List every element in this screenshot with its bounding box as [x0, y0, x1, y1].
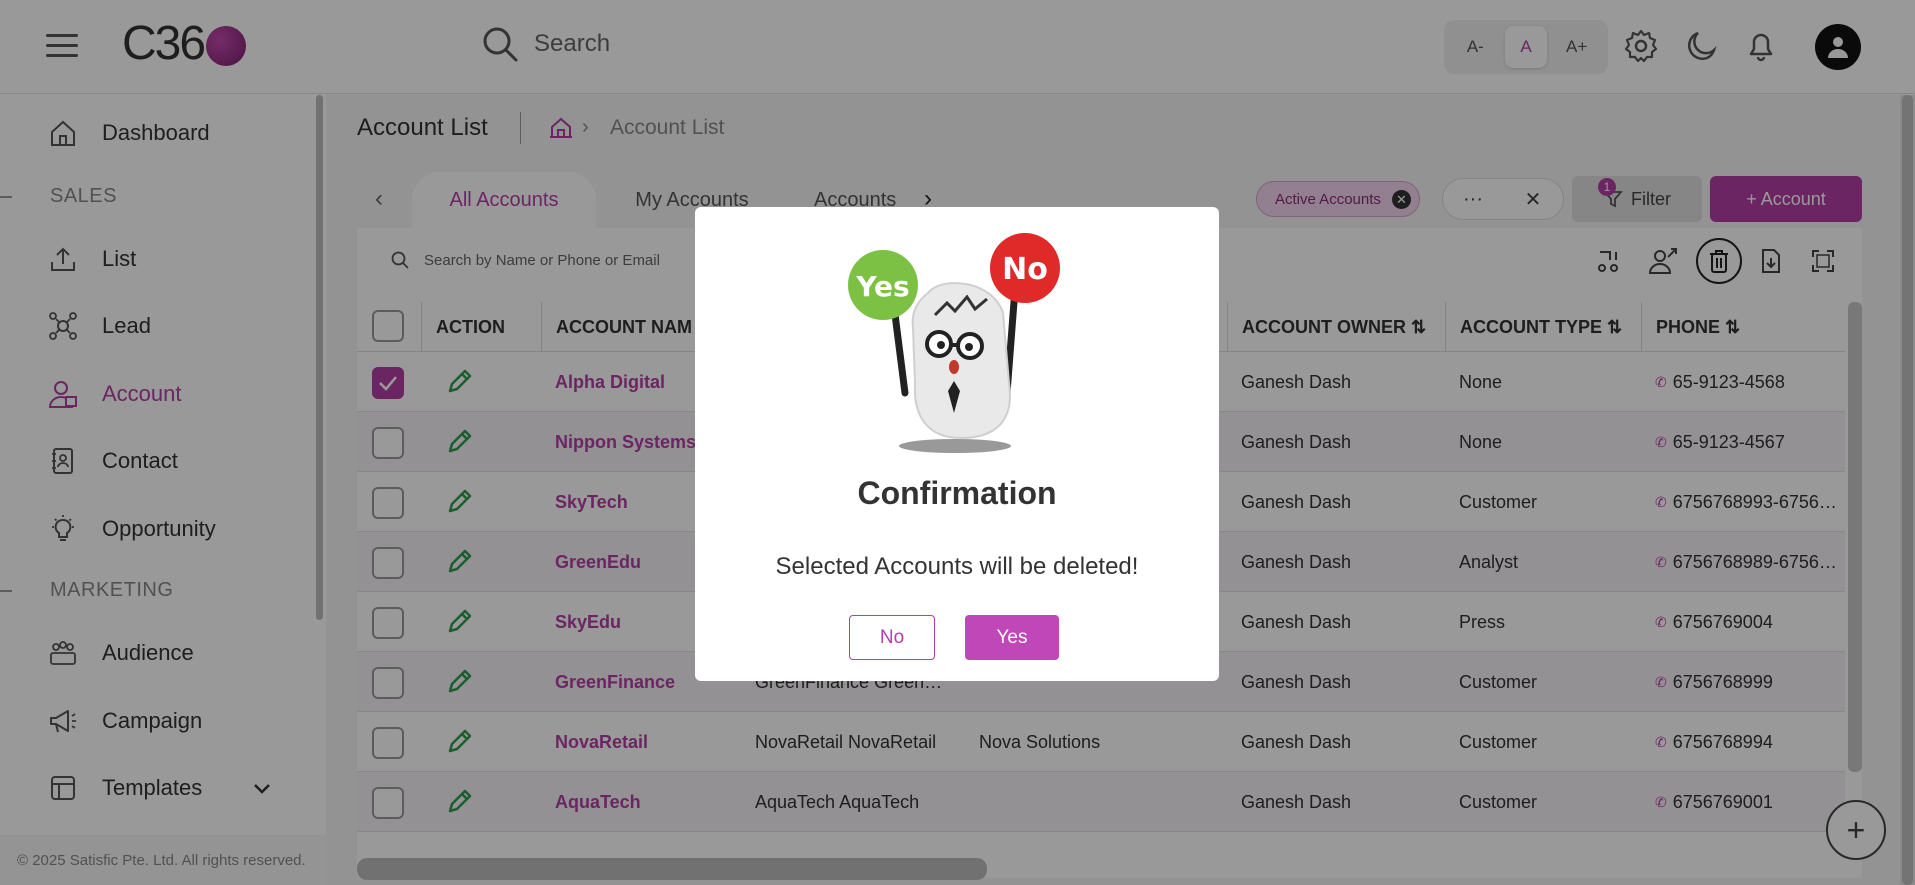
confirmation-illustration: Yes No	[848, 233, 1060, 453]
no-button[interactable]: No	[849, 615, 935, 660]
dialog-title: Confirmation	[857, 475, 1057, 511]
yes-button[interactable]: Yes	[965, 615, 1059, 660]
confirmation-dialog: Yes No Confirmation Selected Accounts wi…	[695, 207, 1219, 681]
dialog-message: Selected Accounts will be deleted!	[775, 553, 1139, 580]
sign-no-text: No	[1002, 252, 1048, 287]
sign-yes-text: Yes	[855, 270, 909, 303]
